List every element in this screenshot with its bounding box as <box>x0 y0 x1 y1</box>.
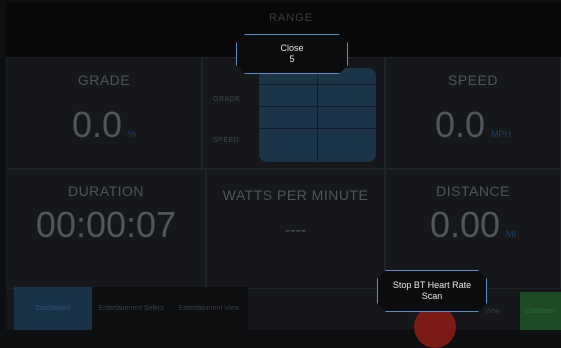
grade-unit: % <box>128 129 137 139</box>
duration-value: 00:00:07 <box>35 204 177 245</box>
duration-tile: DURATION 00:00:07 <box>6 169 206 289</box>
speed-label: SPEED <box>448 72 498 88</box>
graph-grade-label: GRADE <box>213 96 241 103</box>
bt-popup-line2: Scan <box>421 291 443 301</box>
stop-bt-scan-popup[interactable]: Stop BT Heart Rate Scan <box>377 270 487 312</box>
distance-label: DISTANCE <box>436 183 510 199</box>
speed-tile: SPEED 0.0 MPH <box>385 57 561 169</box>
speed-number: 0.0 <box>434 104 486 145</box>
distance-value: 0.00 MI <box>386 204 560 246</box>
watts-tile: WATTS PER MINUTE ---- <box>206 169 385 289</box>
grade-tile: GRADE 0.0% <box>6 57 202 169</box>
cooldown-button[interactable]: Cooldown <box>520 292 561 330</box>
grade-label: GRADE <box>77 72 131 88</box>
tab-entertainment-select[interactable]: Entertainment Select <box>92 287 170 330</box>
header-title: RANGE <box>268 12 314 24</box>
stop-button[interactable] <box>414 306 456 348</box>
graph-grid <box>259 68 376 162</box>
speed-unit: MPH <box>491 129 512 139</box>
graph-speed-label: SPEED <box>213 137 240 144</box>
speed-value: 0.0 MPH <box>386 104 560 146</box>
watts-value: ---- <box>284 222 307 239</box>
grid-divider <box>259 106 376 107</box>
close-popup-countdown: 5 <box>289 54 295 64</box>
close-popup[interactable]: Close 5 <box>236 34 348 74</box>
grid-divider <box>317 68 318 162</box>
grade-value: 0.0% <box>7 104 201 146</box>
close-popup-title: Close <box>280 43 304 53</box>
duration-label: DURATION <box>67 183 145 199</box>
tab-entertainment-view[interactable]: Entertainment View <box>170 287 248 330</box>
distance-unit: MI <box>506 229 517 239</box>
tab-dashboard[interactable]: Dashboard <box>14 287 92 330</box>
bt-popup-line1: Stop BT Heart Rate <box>392 280 472 290</box>
grade-number: 0.0 <box>71 104 123 145</box>
grid-divider <box>259 128 376 129</box>
grid-divider <box>259 84 376 85</box>
watts-label: WATTS PER MINUTE <box>222 187 369 203</box>
distance-number: 0.00 <box>429 204 501 245</box>
